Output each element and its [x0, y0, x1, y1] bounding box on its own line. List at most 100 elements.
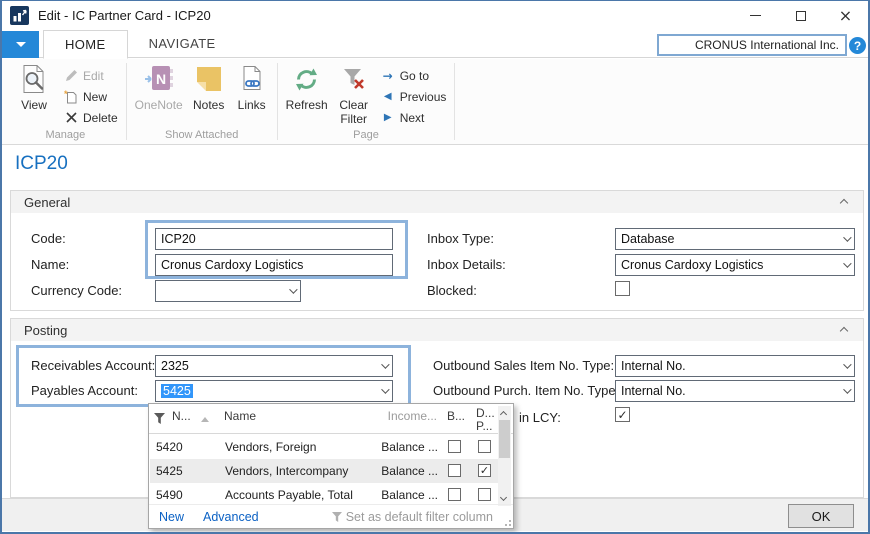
- ribbon-separator: [126, 63, 127, 140]
- help-button[interactable]: ?: [849, 37, 866, 54]
- delete-button[interactable]: Delete: [59, 107, 122, 128]
- filter-icon[interactable]: [154, 413, 165, 427]
- column-header-b[interactable]: B...: [447, 409, 465, 423]
- maximize-icon: [796, 11, 806, 21]
- ribbon-tabs: HOME NAVIGATE: [43, 30, 237, 58]
- ribbon-group-page: Refresh Clear Filter → Go to: [279, 59, 454, 144]
- blocked-checkbox[interactable]: [615, 281, 630, 296]
- company-name-box[interactable]: CRONUS International Inc.: [657, 34, 847, 56]
- name-label: Name:: [31, 257, 69, 272]
- column-header-no[interactable]: N...: [172, 409, 191, 423]
- page-small-buttons: → Go to ◀ Previous ▶ Next: [376, 60, 451, 128]
- outbound-sales-field[interactable]: Internal No.: [615, 355, 855, 377]
- view-button[interactable]: View: [9, 60, 59, 128]
- manage-small-buttons: Edit * New Delete: [59, 60, 122, 128]
- outbound-purch-field[interactable]: Internal No.: [615, 380, 855, 402]
- dropdown-chevron-icon[interactable]: [843, 360, 851, 368]
- ribbon-separator: [454, 63, 455, 140]
- dropdown-chevron-icon[interactable]: [381, 360, 389, 368]
- goto-button[interactable]: → Go to: [376, 65, 451, 86]
- ribbon-group-manage: View Edit * New: [6, 59, 125, 144]
- svg-text:*: *: [64, 90, 68, 99]
- svg-text:N: N: [156, 71, 166, 87]
- new-button[interactable]: * New: [59, 86, 122, 107]
- resize-grip[interactable]: [503, 518, 511, 526]
- window: Edit - IC Partner Card - ICP20 × HOME NA…: [0, 0, 870, 534]
- column-header-d[interactable]: D...: [476, 406, 495, 420]
- previous-button[interactable]: ◀ Previous: [376, 86, 451, 107]
- advanced-link[interactable]: Advanced: [203, 510, 259, 524]
- inbox-details-field[interactable]: Cronus Cardoxy Logistics: [615, 254, 855, 276]
- scroll-up-icon[interactable]: [500, 411, 507, 418]
- goto-arrow-icon: →: [380, 69, 396, 83]
- receivables-account-label: Receivables Account:: [31, 358, 155, 373]
- blocked-label: Blocked:: [427, 283, 477, 298]
- currency-code-field[interactable]: [155, 280, 301, 302]
- chevron-down-icon: [16, 42, 26, 47]
- collapse-chevron-icon[interactable]: [840, 327, 848, 335]
- column-header-p[interactable]: P...: [476, 419, 492, 433]
- balance-checkbox[interactable]: [448, 488, 461, 501]
- section-header-posting[interactable]: Posting: [11, 319, 863, 341]
- direct-posting-checkbox[interactable]: [478, 488, 491, 501]
- tab-navigate[interactable]: NAVIGATE: [128, 30, 237, 58]
- balance-checkbox[interactable]: [448, 464, 461, 477]
- clear-filter-button[interactable]: Clear Filter: [332, 60, 376, 128]
- clear-filter-icon: [338, 63, 370, 95]
- view-icon: [18, 63, 50, 95]
- dropdown-chevron-icon[interactable]: [843, 385, 851, 393]
- onenote-icon: N: [143, 63, 175, 95]
- direct-posting-checkbox[interactable]: [478, 440, 491, 453]
- new-document-icon: *: [63, 90, 79, 104]
- minimize-icon: [750, 15, 761, 16]
- scroll-down-icon[interactable]: [500, 494, 507, 501]
- dropdown-chevron-icon[interactable]: [843, 259, 851, 267]
- title-bar: Edit - IC Partner Card - ICP20 ×: [2, 1, 868, 30]
- close-button[interactable]: ×: [823, 1, 868, 30]
- receivables-account-field[interactable]: 2325: [155, 355, 393, 377]
- direct-posting-checkbox[interactable]: [478, 464, 491, 477]
- column-header-name[interactable]: Name: [224, 409, 256, 423]
- application-menu-button[interactable]: [2, 31, 39, 58]
- payables-account-field[interactable]: 5425: [155, 380, 393, 402]
- links-button[interactable]: Links: [231, 60, 273, 128]
- dropdown-chevron-icon[interactable]: [289, 285, 297, 293]
- lookup-header-row: N... Name Income... B... D... P...: [149, 404, 513, 434]
- scrollbar-thumb[interactable]: [499, 420, 510, 458]
- group-label-manage: Manage: [9, 128, 122, 144]
- collapse-chevron-icon[interactable]: [840, 199, 848, 207]
- lookup-footer: New Advanced Set as default filter colum…: [149, 504, 513, 528]
- refresh-icon: [291, 63, 323, 95]
- code-field[interactable]: ICP20: [155, 228, 393, 250]
- previous-arrow-icon: ◀: [380, 91, 396, 102]
- dropdown-chevron-icon[interactable]: [381, 385, 389, 393]
- payables-account-label: Payables Account:: [31, 383, 138, 398]
- refresh-button[interactable]: Refresh: [282, 60, 332, 128]
- edit-button[interactable]: Edit: [59, 65, 122, 86]
- window-title: Edit - IC Partner Card - ICP20: [38, 8, 211, 23]
- ribbon-separator: [277, 63, 278, 140]
- close-icon: ×: [839, 8, 852, 24]
- minimize-button[interactable]: [733, 1, 778, 30]
- lookup-scrollbar[interactable]: [498, 406, 511, 506]
- ok-button[interactable]: OK: [788, 504, 854, 528]
- sort-ascending-icon: [201, 417, 209, 422]
- onenote-button[interactable]: N OneNote: [131, 60, 187, 128]
- section-header-general[interactable]: General: [11, 191, 863, 213]
- lookup-row-selected[interactable]: 5425 Vendors, Intercompany Balance ...: [150, 459, 499, 483]
- filter-icon: [332, 512, 342, 522]
- tab-home[interactable]: HOME: [43, 30, 128, 59]
- column-header-income[interactable]: Income...: [363, 409, 437, 423]
- set-default-filter[interactable]: Set as default filter column: [332, 510, 493, 524]
- dropdown-chevron-icon[interactable]: [843, 233, 851, 241]
- notes-button[interactable]: Notes: [187, 60, 231, 128]
- next-button[interactable]: ▶ Next: [376, 107, 451, 128]
- inbox-type-field[interactable]: Database: [615, 228, 855, 250]
- maximize-button[interactable]: [778, 1, 823, 30]
- new-link[interactable]: New: [159, 510, 184, 524]
- balance-checkbox[interactable]: [448, 440, 461, 453]
- lcy-checkbox[interactable]: [615, 407, 630, 422]
- lookup-row[interactable]: 5420 Vendors, Foreign Balance ...: [150, 435, 499, 459]
- name-field[interactable]: Cronus Cardoxy Logistics: [155, 254, 393, 276]
- window-controls: ×: [733, 1, 868, 30]
